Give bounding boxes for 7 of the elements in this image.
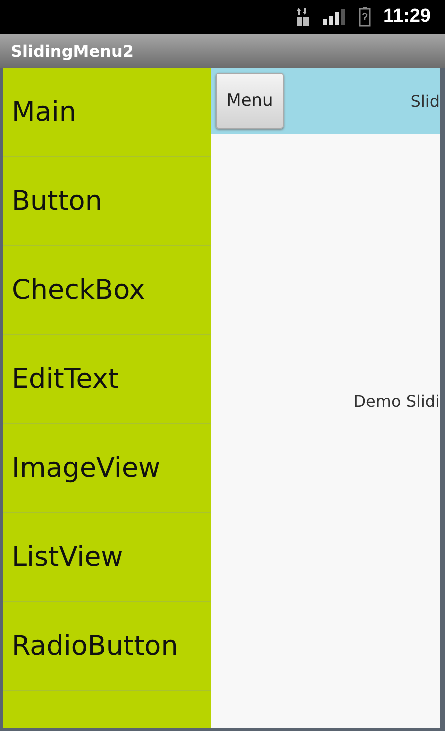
- header-title: Slid: [410, 92, 440, 110]
- signal-icon: [323, 9, 346, 25]
- battery-icon: [359, 7, 372, 27]
- clock-time: 11:29: [383, 6, 431, 28]
- window-title: SlidingMenu2: [11, 42, 134, 60]
- menu-button[interactable]: Menu: [216, 73, 284, 129]
- body-text: Demo Slidi: [354, 392, 440, 410]
